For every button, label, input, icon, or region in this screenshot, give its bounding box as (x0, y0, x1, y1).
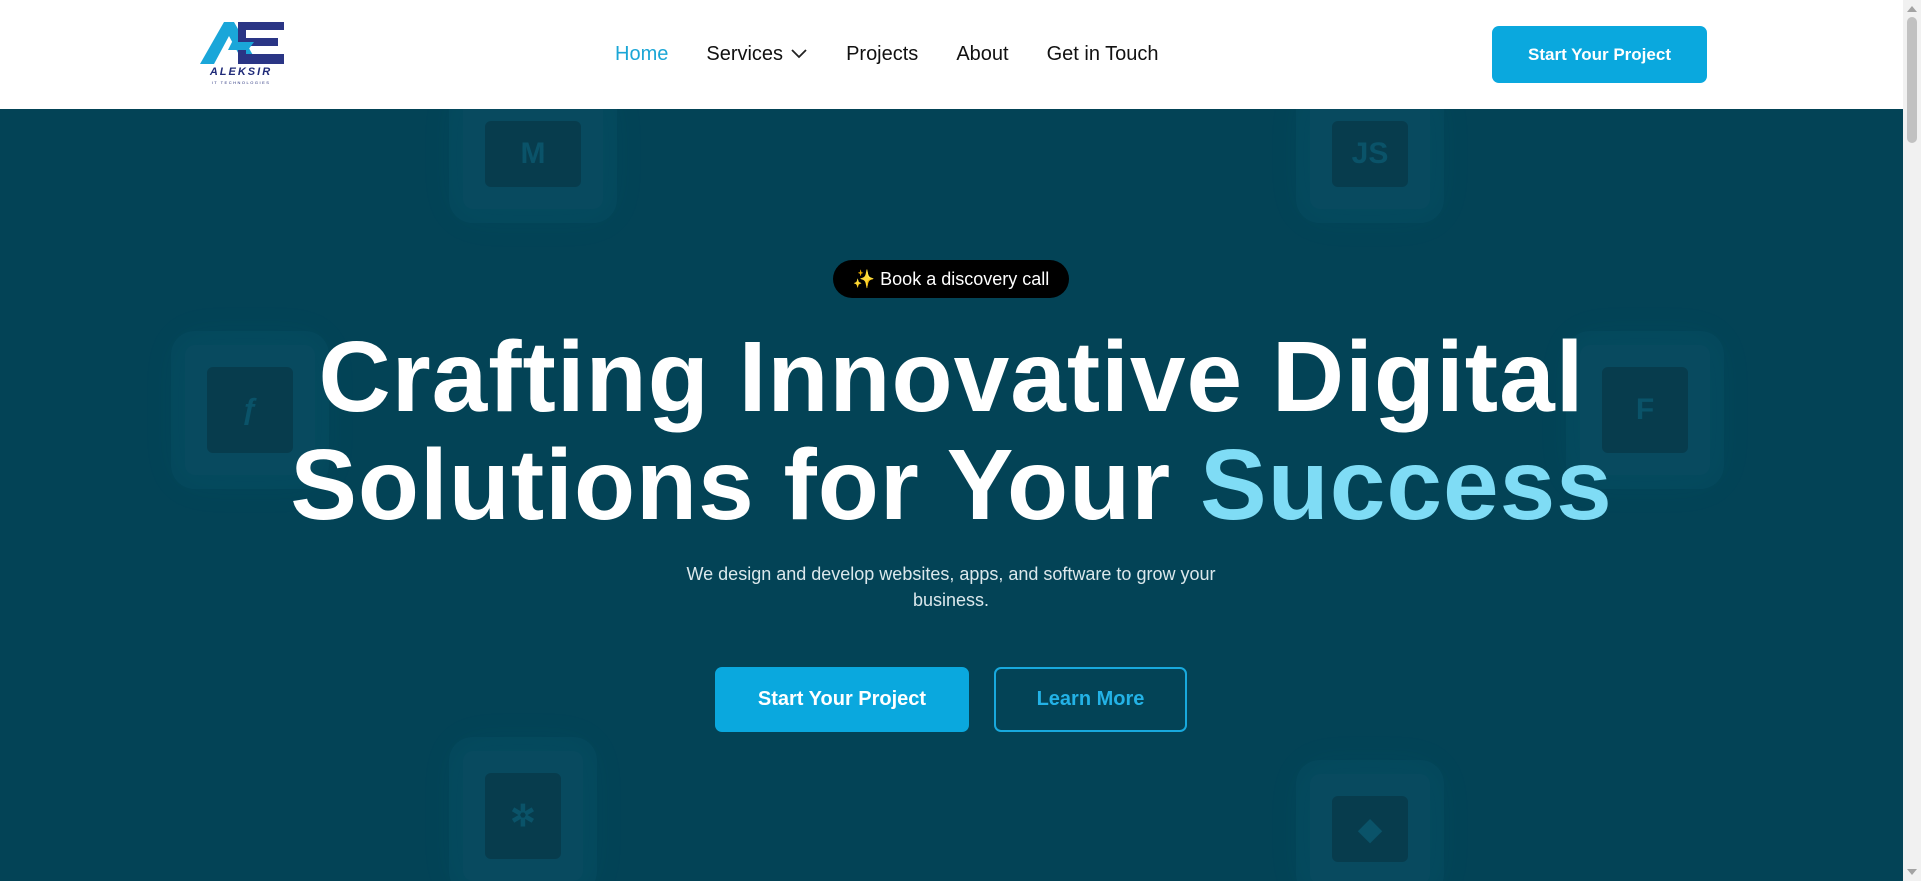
scroll-up-arrow-icon[interactable] (1907, 6, 1917, 12)
nav-about-label: About (956, 42, 1009, 65)
nav-item-services[interactable]: Services (706, 43, 808, 66)
openai-icon: ✲ (463, 751, 583, 881)
nav-item-home[interactable]: Home (615, 43, 668, 66)
site-header: ALEKSIR IT TECHNOLOGIES Home Services Pr… (0, 0, 1903, 109)
start-your-project-button[interactable]: Start Your Project (715, 667, 969, 732)
hero-subtitle: We design and develop websites, apps, an… (686, 564, 1216, 610)
page: ALEKSIR IT TECHNOLOGIES Home Services Pr… (0, 0, 1921, 881)
scroll-down-arrow-icon[interactable] (1907, 869, 1917, 875)
logo-tagline: IT TECHNOLOGIES (211, 80, 271, 85)
headline-accent-word: Success (1199, 429, 1613, 541)
mui-icon: M (463, 109, 603, 209)
headline-line-2: Solutions for Your (290, 429, 1200, 541)
headline-line-1: Crafting Innovative Digital (318, 321, 1585, 433)
git-icon: ◆ (1310, 774, 1430, 881)
nav-projects-label: Projects (846, 42, 919, 65)
scroll-thumb[interactable] (1907, 17, 1917, 143)
logo-mark-icon (200, 22, 284, 64)
learn-more-button[interactable]: Learn More (994, 667, 1187, 732)
badge-label: ✨ Book a discovery call (852, 268, 1050, 289)
nav-services-label: Services (706, 42, 784, 65)
aleksir-logo[interactable]: ALEKSIR IT TECHNOLOGIES (198, 20, 284, 88)
logo-wordmark: ALEKSIR (209, 66, 273, 78)
book-discovery-call-badge[interactable]: ✨ Book a discovery call (833, 260, 1069, 298)
hero-section: M JS ƒ F ✲ ◆ ✨ Book a discovery call Cra… (0, 109, 1903, 881)
nav-item-about[interactable]: About (956, 43, 1008, 66)
nav-item-get-in-touch[interactable]: Get in Touch (1047, 43, 1159, 66)
nav-home-label: Home (615, 42, 669, 65)
hero-headline: Crafting Innovative Digital Solutions fo… (0, 323, 1903, 539)
start-project-header-button[interactable]: Start Your Project (1492, 26, 1707, 83)
javascript-icon: JS (1310, 109, 1430, 209)
nav-item-projects[interactable]: Projects (846, 43, 918, 66)
page-scrollbar[interactable] (1903, 0, 1921, 881)
chevron-down-icon (791, 49, 807, 59)
main-nav: Home Services Projects About Get in Touc… (615, 41, 1197, 67)
nav-get-in-touch-label: Get in Touch (1046, 42, 1159, 65)
